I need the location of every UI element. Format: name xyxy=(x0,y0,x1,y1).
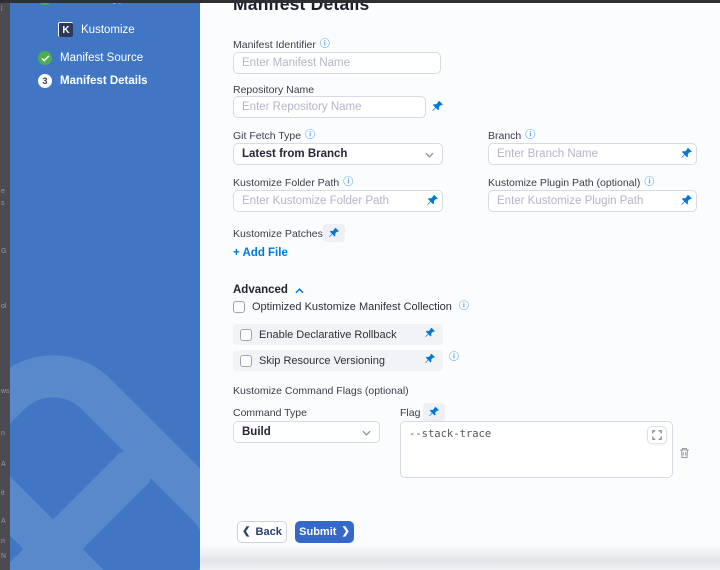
chevron-left-icon: ❮ xyxy=(242,527,250,537)
optimized-collection-checkbox[interactable] xyxy=(233,301,245,313)
pin-chip-button[interactable] xyxy=(323,224,345,242)
step-manifest-source[interactable]: Manifest Source xyxy=(38,51,143,65)
chevron-up-icon xyxy=(295,281,304,299)
background-text-fragment: ol xyxy=(1,303,6,310)
git-fetch-type-select[interactable]: Latest from Branch xyxy=(233,143,443,165)
flag-value-input[interactable]: --stack-trace xyxy=(400,421,673,478)
command-flags-section-label: Kustomize Command Flags (optional) xyxy=(233,385,409,397)
branch-input[interactable] xyxy=(488,143,697,165)
trash-icon[interactable] xyxy=(679,446,690,464)
skip-versioning-row: Skip Resource Versioning xyxy=(233,350,443,371)
pin-icon[interactable] xyxy=(424,326,436,344)
kustomize-icon: K xyxy=(58,22,73,37)
pin-chip-button[interactable] xyxy=(423,403,445,421)
pin-icon[interactable] xyxy=(426,194,439,207)
declarative-rollback-checkbox[interactable] xyxy=(240,329,252,341)
repository-name-label: Repository Name xyxy=(233,84,314,96)
background-text-fragment: e xyxy=(1,188,5,195)
chevron-down-icon xyxy=(425,145,434,163)
step-number-badge: 3 xyxy=(38,74,52,88)
background-text-fragment: A xyxy=(1,461,6,468)
chevron-down-icon xyxy=(362,423,371,441)
chevron-right-icon: ❯ xyxy=(341,527,349,537)
background-text-fragment: n xyxy=(1,430,5,437)
info-icon[interactable]: ⓘ xyxy=(305,131,315,141)
declarative-rollback-row: Enable Declarative Rollback xyxy=(233,324,443,345)
info-icon[interactable]: ⓘ xyxy=(449,353,459,363)
command-type-label: Command Type xyxy=(233,407,307,419)
advanced-toggle[interactable]: Advanced xyxy=(233,281,304,299)
info-icon[interactable]: ⓘ xyxy=(320,40,330,50)
background-text-fragment: ws xyxy=(1,388,10,395)
background-text-fragment: n xyxy=(1,538,5,545)
manifest-details-panel: Manifest Details Manifest Identifier ⓘ R… xyxy=(200,0,720,570)
kustomize-patches-label: Kustomize Patches ⓘ xyxy=(233,228,337,240)
window-top-edge xyxy=(0,0,720,3)
background-text-fragment: s xyxy=(1,200,5,207)
kustomize-folder-path-input[interactable] xyxy=(233,190,443,212)
manifest-identifier-label: Manifest Identifier ⓘ xyxy=(233,39,330,51)
git-fetch-type-label: Git Fetch Type ⓘ xyxy=(233,130,315,142)
background-text-fragment: l xyxy=(1,6,3,13)
pin-icon[interactable] xyxy=(431,100,444,113)
repository-name-input[interactable] xyxy=(233,96,426,118)
expand-icon[interactable] xyxy=(647,426,667,444)
background-text-fragment: N xyxy=(1,553,6,560)
background-page-edge: l es Gol ws n Ait An N xyxy=(0,0,10,570)
info-icon[interactable]: ⓘ xyxy=(343,178,353,188)
background-text-fragment: G xyxy=(1,248,6,255)
skip-versioning-checkbox[interactable] xyxy=(240,355,252,367)
harness-logo-watermark xyxy=(10,321,200,570)
wizard-sidebar: Manifest Type K Kustomize Manifest Sourc… xyxy=(10,0,200,570)
branch-label: Branch ⓘ xyxy=(488,130,535,142)
manifest-identifier-input[interactable] xyxy=(233,52,441,74)
info-icon[interactable]: ⓘ xyxy=(525,131,535,141)
back-button[interactable]: ❮ Back xyxy=(237,521,287,543)
check-icon xyxy=(38,51,52,65)
background-text-fragment: A xyxy=(1,518,6,525)
manifest-details-wizard: Manifest Details Manifest Identifier ⓘ R… xyxy=(0,0,720,570)
kustomize-plugin-path-label: Kustomize Plugin Path (optional) ⓘ xyxy=(488,177,654,189)
flag-label: Flag xyxy=(400,407,420,419)
command-type-select[interactable]: Build xyxy=(233,421,380,443)
submit-button[interactable]: Submit ❯ xyxy=(295,521,354,543)
add-file-button[interactable]: + Add File xyxy=(233,247,288,259)
background-text-fragment: it xyxy=(1,490,5,497)
info-icon[interactable]: ⓘ xyxy=(459,302,469,312)
kustomize-folder-path-label: Kustomize Folder Path ⓘ xyxy=(233,177,353,189)
pin-icon[interactable] xyxy=(680,147,693,160)
info-icon[interactable]: ⓘ xyxy=(644,178,654,188)
optimized-collection-row: Optimized Kustomize Manifest Collection … xyxy=(233,301,469,313)
pin-icon[interactable] xyxy=(680,194,693,207)
pin-icon[interactable] xyxy=(424,352,436,370)
panel-bottom-shadow xyxy=(200,544,720,570)
step-manifest-details[interactable]: 3 Manifest Details xyxy=(38,74,148,88)
step-kustomize[interactable]: K Kustomize xyxy=(58,22,135,37)
kustomize-plugin-path-input[interactable] xyxy=(488,190,697,212)
